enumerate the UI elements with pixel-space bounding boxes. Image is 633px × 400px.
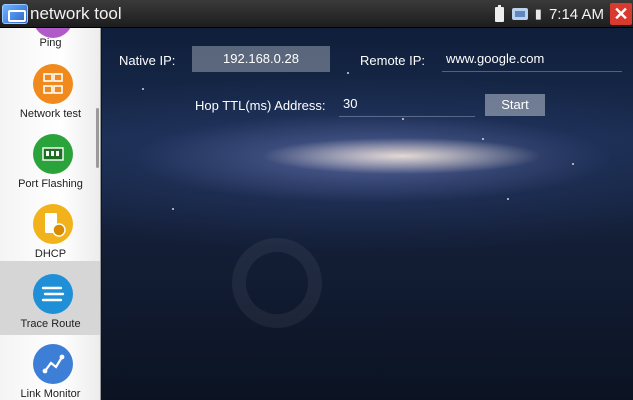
hop-ttl-label: Hop TTL(ms) Address:	[195, 98, 326, 113]
start-button[interactable]: Start	[485, 94, 545, 116]
star	[507, 198, 509, 200]
status-area: ▮ 7:14 AM ✕	[494, 0, 633, 28]
dhcp-icon	[33, 204, 73, 244]
title-bar: network tool ▮ 7:14 AM ✕	[0, 0, 633, 28]
sidebar-item-port-flashing[interactable]: Port Flashing	[0, 132, 100, 204]
native-ip-field[interactable]: 192.168.0.28	[192, 46, 330, 72]
star	[402, 118, 404, 120]
star	[142, 88, 144, 90]
star	[572, 163, 574, 165]
link-monitor-icon	[33, 344, 73, 384]
remote-ip-field[interactable]: www.google.com	[442, 46, 622, 72]
sidebar-item-label: DHCP	[34, 248, 67, 260]
sidebar-item-label: Trace Route	[20, 318, 81, 330]
sidebar-item-link-monitor[interactable]: Link Monitor	[0, 336, 100, 400]
app-title: network tool	[30, 4, 122, 23]
sidebar-scrollbar[interactable]	[96, 108, 99, 168]
native-ip-label: Native IP:	[119, 53, 176, 68]
network-test-icon	[33, 64, 73, 104]
trace-route-icon	[33, 274, 73, 314]
star	[347, 72, 349, 74]
sidebar-item-trace-route[interactable]: Trace Route	[0, 261, 100, 335]
sd-card-icon: ▮	[534, 6, 542, 21]
sidebar[interactable]: Ping Network test Port Flashing DHCP Tra…	[0, 28, 101, 400]
app-icon	[2, 4, 28, 24]
hop-ttl-field[interactable]: 30	[339, 91, 475, 117]
gear-watermark	[219, 225, 335, 341]
battery-icon	[494, 4, 504, 22]
sidebar-item-label: Port Flashing	[18, 178, 83, 190]
remote-ip-label: Remote IP:	[360, 53, 426, 68]
sidebar-item-label: Network test	[19, 108, 82, 120]
clock: 7:14 AM	[548, 5, 604, 23]
star	[482, 138, 484, 140]
sidebar-item-label: Ping	[39, 37, 62, 49]
sidebar-item-label: Link Monitor	[20, 388, 81, 400]
star	[172, 208, 174, 210]
close-button[interactable]: ✕	[610, 3, 632, 25]
port-flashing-icon	[33, 134, 73, 174]
trace-route-panel: Native IP: 192.168.0.28 Remote IP: www.g…	[102, 28, 633, 400]
sidebar-item-network-test[interactable]: Network test	[0, 62, 100, 134]
app-window: network tool ▮ 7:14 AM ✕ Ping Network te…	[0, 0, 633, 400]
network-status-icon	[511, 8, 528, 20]
